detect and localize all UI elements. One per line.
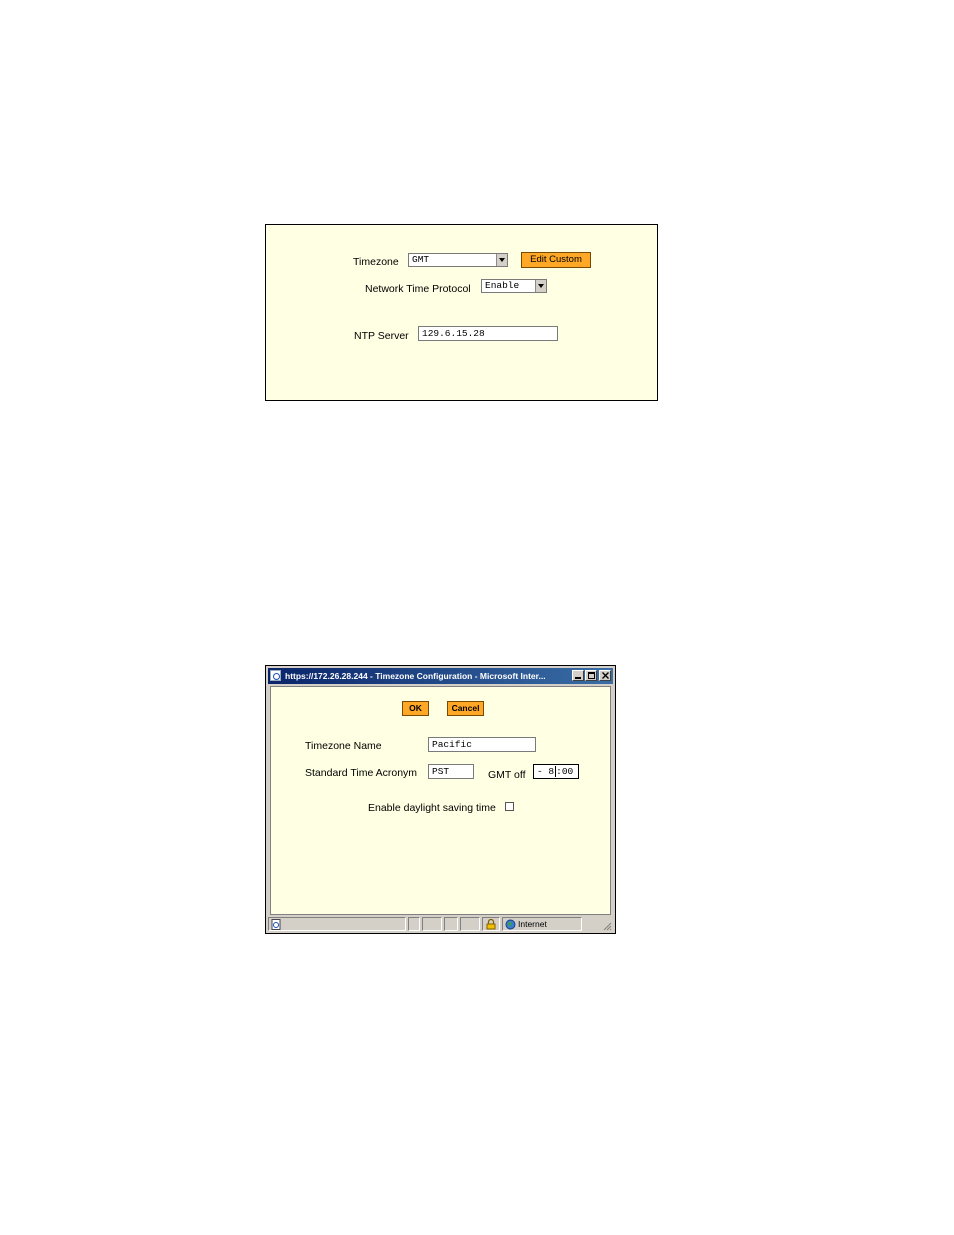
close-button[interactable]	[599, 670, 611, 681]
status-segment	[460, 917, 480, 931]
dst-label: Enable daylight saving time	[368, 802, 496, 814]
timezone-select[interactable]: GMT	[408, 253, 508, 267]
timezone-select-value: GMT	[412, 254, 430, 265]
chevron-down-icon[interactable]	[496, 254, 507, 266]
window-titlebar[interactable]: https://172.26.28.244 - Timezone Configu…	[268, 668, 613, 684]
dst-checkbox[interactable]	[505, 802, 514, 811]
status-lock-segment	[482, 917, 500, 931]
window-content: OK Cancel Timezone Name Pacific Standard…	[270, 686, 611, 915]
chevron-down-icon[interactable]	[535, 280, 546, 292]
acronym-input[interactable]: PST	[428, 764, 474, 779]
close-icon	[602, 672, 609, 679]
globe-icon	[505, 919, 516, 930]
gmt-offset-label: GMT off	[488, 769, 526, 781]
status-segment	[408, 917, 420, 931]
ntp-label: Network Time Protocol	[365, 283, 471, 295]
gmt-offset-separator: :	[555, 766, 562, 777]
ntp-select[interactable]: Enable	[481, 279, 547, 293]
acronym-label: Standard Time Acronym	[305, 767, 418, 779]
status-zone-label: Internet	[518, 919, 547, 929]
ntp-select-value: Enable	[485, 280, 520, 291]
timezone-name-label: Timezone Name	[305, 740, 382, 752]
ntp-server-input[interactable]: 129.6.15.28	[418, 326, 558, 341]
gmt-offset-minutes: 00	[561, 766, 574, 777]
status-zone: Internet	[502, 917, 582, 931]
window-title: https://172.26.28.244 - Timezone Configu…	[285, 671, 546, 681]
page-icon	[271, 919, 281, 930]
status-bar: Internet	[268, 916, 613, 932]
maximize-icon	[588, 672, 595, 679]
ok-button[interactable]: OK	[402, 701, 429, 716]
gmt-offset-hours: - 8	[537, 766, 555, 777]
edit-custom-button[interactable]: Edit Custom	[521, 252, 591, 268]
timezone-label: Timezone	[353, 256, 399, 268]
maximize-button[interactable]	[585, 670, 597, 681]
ie-icon	[270, 670, 281, 681]
ntp-server-label: NTP Server	[354, 330, 409, 342]
gmt-offset-input[interactable]: - 8:00	[533, 764, 579, 779]
minimize-button[interactable]	[572, 670, 584, 681]
timezone-config-window: https://172.26.28.244 - Timezone Configu…	[265, 665, 616, 934]
status-segment	[444, 917, 458, 931]
lock-icon	[486, 919, 496, 930]
status-segment	[422, 917, 442, 931]
status-main	[268, 917, 406, 931]
timezone-name-input[interactable]: Pacific	[428, 737, 536, 752]
minimize-icon	[575, 677, 581, 679]
resize-grip-icon[interactable]	[602, 921, 612, 931]
time-settings-panel: Timezone GMT Edit Custom Network Time Pr…	[265, 224, 658, 401]
cancel-button[interactable]: Cancel	[447, 701, 484, 716]
